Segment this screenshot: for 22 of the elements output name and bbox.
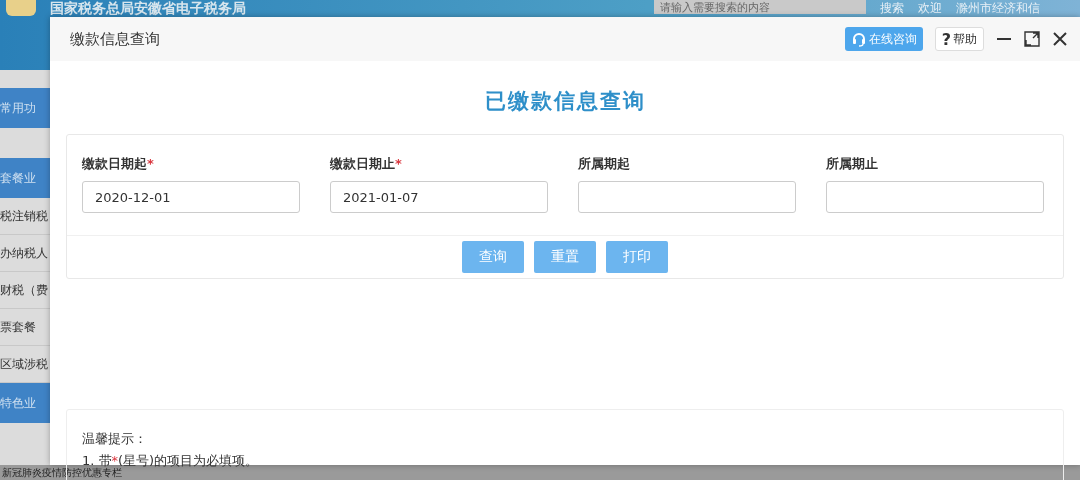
date-field[interactable]: [826, 181, 1044, 213]
maximize-icon[interactable]: [1024, 31, 1040, 47]
page-heading: 已缴款信息查询: [483, 87, 647, 115]
sidebar-group[interactable]: 特色业: [0, 383, 50, 423]
help-button[interactable]: ?帮助: [934, 27, 984, 51]
search-field[interactable]: 请输入需要搜索的内容: [654, 0, 866, 14]
welcome-text: 欢迎: [918, 0, 942, 16]
user-name: 滁州市经济和信: [956, 0, 1040, 16]
date-field[interactable]: 2020-12-01: [82, 181, 300, 213]
field-label: 缴款日期起*: [82, 155, 155, 173]
field-label: 所属期止: [826, 155, 879, 173]
close-icon[interactable]: [1052, 31, 1068, 47]
tips-title: 温馨提示：: [82, 430, 148, 448]
field-label: 缴款日期止*: [330, 155, 403, 173]
headset-icon: [850, 31, 867, 47]
sidebar-group[interactable]: 常用功: [0, 88, 50, 128]
dialog-title: 缴款信息查询: [70, 29, 160, 49]
date-field[interactable]: [578, 181, 796, 213]
field-label: 所属期起: [578, 155, 631, 173]
date-field[interactable]: 2021-01-07: [330, 181, 548, 213]
site-title: 国家税务总局安徽省电子税务局: [50, 0, 247, 16]
sidebar-group[interactable]: 套餐业: [0, 158, 50, 198]
